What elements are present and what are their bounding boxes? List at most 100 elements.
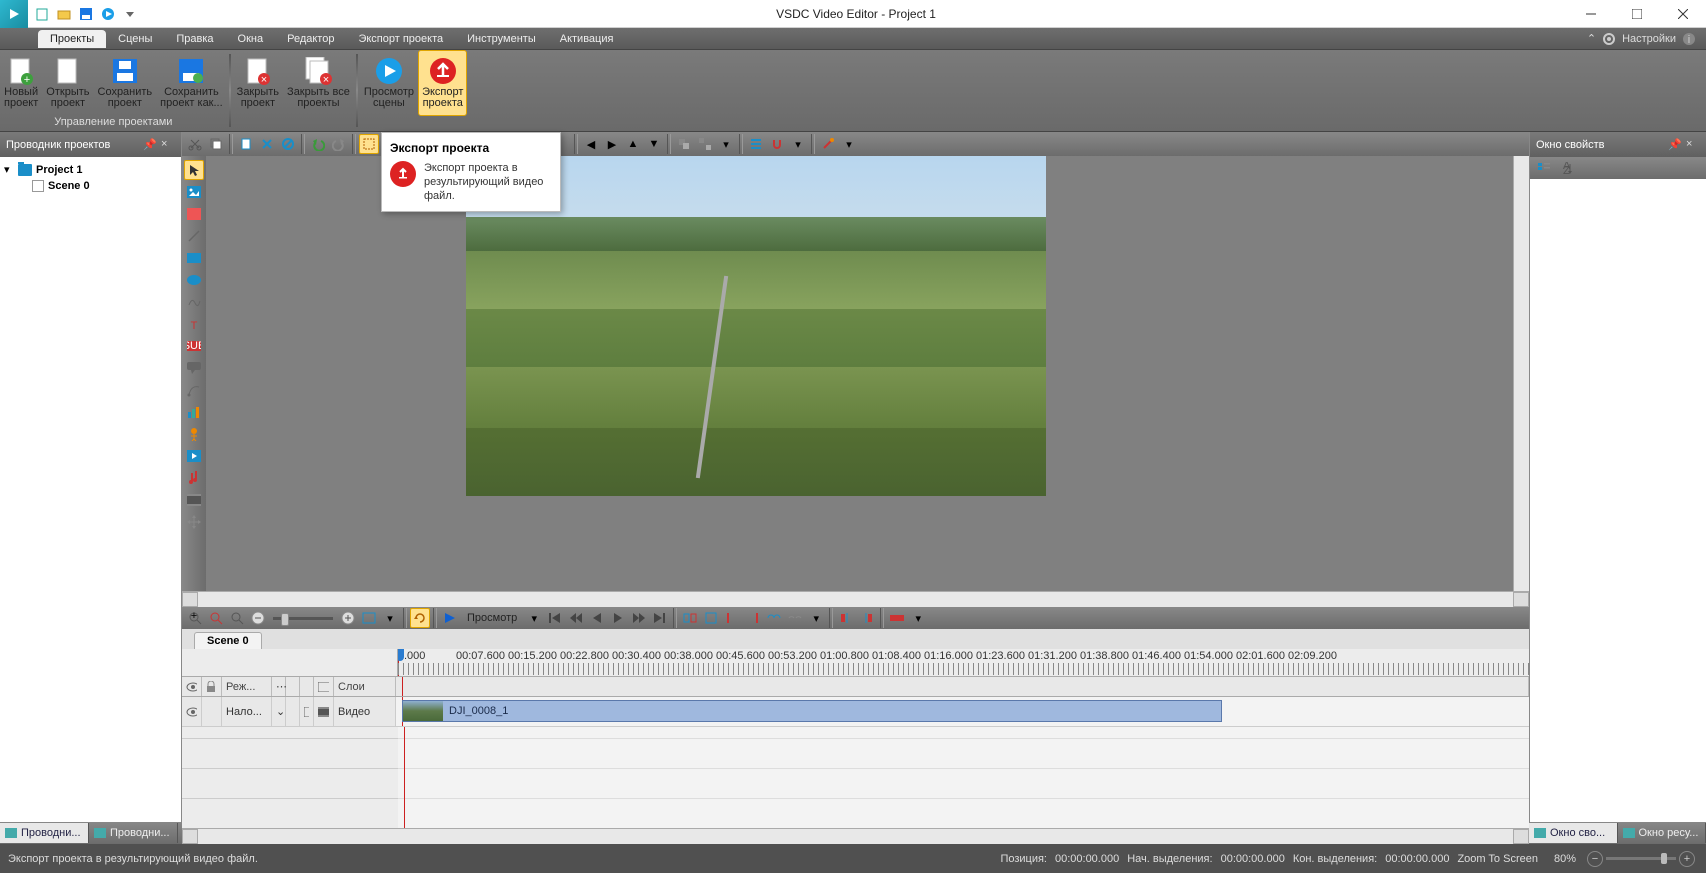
zoom-minus-button[interactable]	[248, 608, 268, 628]
help-icon[interactable]: i	[1682, 32, 1696, 46]
tree-scene-node[interactable]: Scene 0	[4, 178, 177, 194]
hscrollbar[interactable]	[182, 591, 1529, 607]
col-lock-icon[interactable]	[202, 677, 222, 696]
tree-project-node[interactable]: ▾ Project 1	[4, 161, 177, 178]
status-zoom-in[interactable]: +	[1679, 851, 1695, 867]
arrow-left-icon[interactable]: ◀	[581, 134, 601, 154]
col-mode[interactable]: Реж...	[222, 677, 272, 696]
tool-drop-icon[interactable]: ▾	[716, 134, 736, 154]
tab-tools[interactable]: Инструменты	[455, 30, 548, 48]
redo-icon[interactable]	[329, 134, 349, 154]
snap-icon[interactable]	[767, 134, 787, 154]
bottom-tab-props[interactable]: Окно сво...	[1529, 823, 1618, 843]
preview-scene-button[interactable]: Просмотр сцены	[360, 50, 418, 116]
skip-end-icon[interactable]	[650, 608, 670, 628]
qat-dropdown-icon[interactable]	[122, 6, 138, 22]
group-icon[interactable]	[674, 134, 694, 154]
open-project-button[interactable]: Открыть проект	[42, 50, 93, 116]
move-tool-icon[interactable]	[184, 512, 204, 532]
tab-editor[interactable]: Редактор	[275, 30, 346, 48]
play-button[interactable]	[440, 608, 460, 628]
close-all-button[interactable]: ×Закрыть все проекты	[283, 50, 354, 116]
status-zoom-out[interactable]: −	[1587, 851, 1603, 867]
add-tooltip-icon[interactable]	[184, 358, 204, 378]
timeline-empty-area[interactable]	[182, 727, 1529, 828]
qat-open-icon[interactable]	[56, 6, 72, 22]
add-rect-icon[interactable]	[184, 248, 204, 268]
step-fwd-icon[interactable]	[629, 608, 649, 628]
settings-label[interactable]: Настройки	[1622, 33, 1676, 45]
bottom-tab-explorer1[interactable]: Проводни...	[0, 823, 89, 843]
tab-edit[interactable]: Правка	[164, 30, 225, 48]
qat-new-icon[interactable]	[34, 6, 50, 22]
step-back-icon[interactable]	[566, 608, 586, 628]
paste-icon[interactable]	[236, 134, 256, 154]
prev-drop[interactable]: ▾	[524, 608, 544, 628]
track-overlay-label[interactable]: Нало...	[222, 697, 272, 726]
timeline-hscroll[interactable]	[182, 828, 1529, 844]
trim-right-icon[interactable]	[857, 608, 877, 628]
loop-icon[interactable]	[410, 608, 430, 628]
add-video-icon[interactable]	[184, 204, 204, 224]
trim-left-icon[interactable]	[836, 608, 856, 628]
minimize-button[interactable]	[1568, 0, 1614, 28]
add-text-icon[interactable]: T	[184, 314, 204, 334]
copy-icon[interactable]	[206, 134, 226, 154]
undo-icon[interactable]	[308, 134, 328, 154]
add-counter-icon[interactable]	[184, 424, 204, 444]
select-all-icon[interactable]	[359, 134, 379, 154]
add-image-icon[interactable]	[184, 182, 204, 202]
add-audio-icon[interactable]	[184, 468, 204, 488]
track-visibility-icon[interactable]	[182, 697, 202, 726]
cut-icon[interactable]	[185, 134, 205, 154]
add-chart-icon[interactable]	[184, 402, 204, 422]
bottom-tab-resources[interactable]: Окно ресу...	[1618, 823, 1706, 843]
prop-sort-icon[interactable]: AZ	[1557, 158, 1577, 178]
tab-windows[interactable]: Окна	[226, 30, 276, 48]
bottom-tab-explorer2[interactable]: Проводни...	[89, 823, 178, 843]
add-ellipse-icon[interactable]	[184, 270, 204, 290]
fit-screen-icon[interactable]	[359, 608, 379, 628]
preview-canvas[interactable]	[206, 156, 1513, 591]
zoom-out-icon[interactable]	[206, 608, 226, 628]
export-project-button[interactable]: Экспорт проекта	[418, 50, 467, 116]
ungroup-icon[interactable]	[695, 134, 715, 154]
remove-drop[interactable]: ▾	[908, 608, 928, 628]
add-spline-icon[interactable]	[184, 380, 204, 400]
qat-save-icon[interactable]	[78, 6, 94, 22]
app-logo[interactable]	[0, 0, 28, 28]
maximize-button[interactable]	[1614, 0, 1660, 28]
col-expand[interactable]: ⋯	[272, 677, 286, 696]
add-subtitle-icon[interactable]: SUB	[184, 336, 204, 356]
tab-activation[interactable]: Активация	[548, 30, 626, 48]
arrow-right-icon[interactable]: ▶	[602, 134, 622, 154]
col-visibility-icon[interactable]	[182, 677, 202, 696]
fit-screen-drop[interactable]: ▾	[380, 608, 400, 628]
zoom-plus-button[interactable]	[338, 608, 358, 628]
remove-sel-icon[interactable]	[887, 608, 907, 628]
timeline-ruler[interactable]: .00000:07.60000:15.20000:22.80000:30.400…	[398, 649, 1529, 676]
track-clip-area[interactable]: DJI_0008_1	[396, 697, 1529, 726]
arrow-down-icon[interactable]: ▼	[644, 134, 664, 154]
cursor-tool-icon[interactable]	[184, 160, 204, 180]
status-zoom-slider[interactable]	[1606, 857, 1676, 860]
pin-icon[interactable]: 📌	[143, 138, 157, 152]
align-drop-icon[interactable]: ▾	[788, 134, 808, 154]
disable-icon[interactable]	[278, 134, 298, 154]
prop-categorize-icon[interactable]	[1534, 158, 1554, 178]
crop-icon[interactable]	[701, 608, 721, 628]
save-project-button[interactable]: Сохранить проект	[94, 50, 157, 116]
vscrollbar[interactable]	[1513, 156, 1529, 591]
skip-start-icon[interactable]	[545, 608, 565, 628]
close-button[interactable]	[1660, 0, 1706, 28]
close-panel-icon[interactable]: ×	[1686, 138, 1700, 152]
zoom-in-icon[interactable]: +	[185, 608, 205, 628]
marker-a-icon[interactable]	[722, 608, 742, 628]
tab-projects[interactable]: Проекты	[38, 30, 106, 48]
qat-play-icon[interactable]	[100, 6, 116, 22]
video-clip[interactable]: DJI_0008_1	[402, 700, 1222, 722]
gear-icon[interactable]	[1602, 32, 1616, 46]
marker-drop[interactable]: ▾	[806, 608, 826, 628]
align-icon[interactable]	[746, 134, 766, 154]
save-as-button[interactable]: Сохранить проект как...	[156, 50, 227, 116]
